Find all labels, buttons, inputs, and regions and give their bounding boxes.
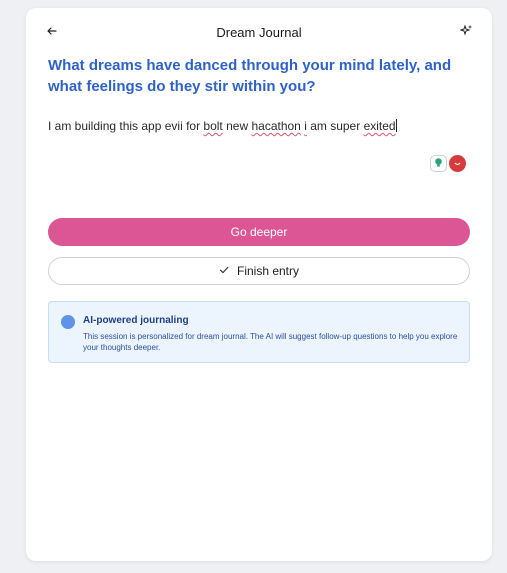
info-title: AI-powered journaling xyxy=(83,315,189,326)
journal-prompt: What dreams have danced through your min… xyxy=(48,57,452,95)
entry-text[interactable]: I am building this app evii for bolt new… xyxy=(48,118,470,134)
go-deeper-button[interactable]: Go deeper xyxy=(48,218,470,246)
sparkles-button[interactable] xyxy=(458,24,474,42)
ai-info-banner: AI-powered journaling This session is pe… xyxy=(48,301,470,363)
grammar-extension-button[interactable] xyxy=(430,155,447,172)
finish-entry-label: Finish entry xyxy=(236,264,300,278)
journal-card: Dream Journal What dreams have danced th… xyxy=(26,8,492,561)
entry-tools xyxy=(430,155,466,172)
page-title: Dream Journal xyxy=(216,25,302,40)
text-caret xyxy=(395,119,397,132)
finish-entry-button[interactable]: Finish entry xyxy=(48,257,470,285)
smile-icon xyxy=(452,155,463,173)
entry-textarea[interactable]: I am building this app evii for bolt new… xyxy=(48,112,470,184)
ai-indicator-icon xyxy=(61,315,75,329)
assistant-extension-button[interactable] xyxy=(449,155,466,172)
check-icon xyxy=(219,264,229,278)
info-body: This session is personalized for dream j… xyxy=(83,332,458,352)
sparkles-icon xyxy=(458,24,473,42)
header: Dream Journal xyxy=(26,8,492,58)
lightbulb-icon xyxy=(433,155,444,173)
